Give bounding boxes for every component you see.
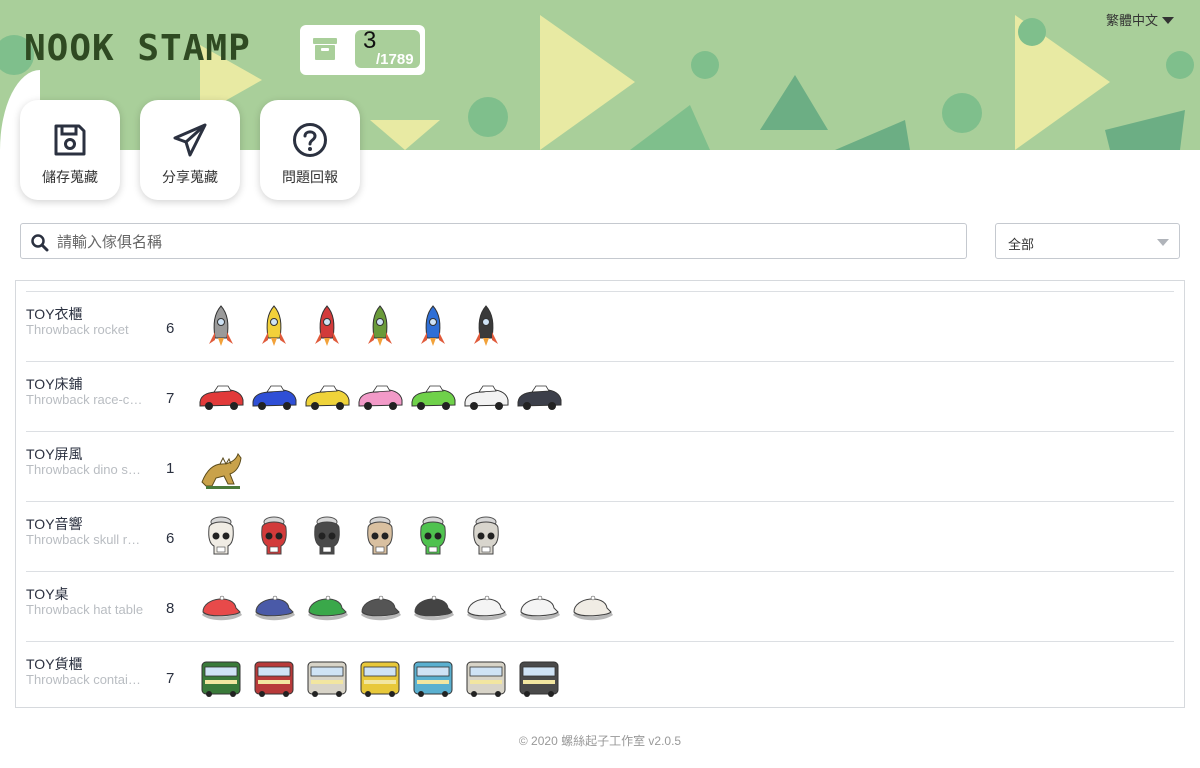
item-variant-dino-icon[interactable] <box>196 442 246 492</box>
item-variant-rocket-icon[interactable] <box>302 302 352 352</box>
row-category: TOY桌 <box>26 586 69 602</box>
item-variant-cap-icon[interactable] <box>249 582 299 632</box>
row-variant-count: 7 <box>166 390 175 407</box>
search-box <box>20 223 967 259</box>
item-variant-cap-icon[interactable] <box>355 582 405 632</box>
search-icon <box>31 234 49 252</box>
chevron-down-icon <box>1157 239 1169 246</box>
item-variant-cap-icon[interactable] <box>302 582 352 632</box>
item-variant-skull-icon[interactable] <box>249 512 299 562</box>
item-variant-car-icon[interactable] <box>408 372 458 422</box>
save-icon <box>54 124 86 156</box>
row-item-name: Throwback rocket <box>26 322 129 337</box>
item-variant-car-icon[interactable] <box>355 372 405 422</box>
row-category: TOY屏風 <box>26 446 83 462</box>
item-variant-train-icon[interactable] <box>408 652 458 702</box>
share-collection-button[interactable]: 分享蒐藏 <box>140 100 240 200</box>
item-variant-rocket-icon[interactable] <box>196 302 246 352</box>
item-variant-train-icon[interactable] <box>196 652 246 702</box>
item-variant-skull-icon[interactable] <box>196 512 246 562</box>
help-icon <box>293 123 327 157</box>
archive-box-icon <box>313 38 337 60</box>
row-variant-count: 8 <box>166 600 175 617</box>
item-variant-train-icon[interactable] <box>249 652 299 702</box>
collection-counter: 3 /1789 <box>300 25 425 75</box>
caret-down-icon <box>1162 17 1175 24</box>
language-label: 繁體中文 <box>1106 13 1159 28</box>
item-variant-car-icon[interactable] <box>514 372 564 422</box>
item-variant-car-icon[interactable] <box>196 372 246 422</box>
row-category: TOY衣櫃 <box>26 306 83 322</box>
item-variant-rocket-icon[interactable] <box>408 302 458 352</box>
row-category: TOY貨櫃 <box>26 656 83 672</box>
row-item-name: Throwback dino screen <box>26 462 146 477</box>
item-variant-cap-icon[interactable] <box>461 582 511 632</box>
item-variant-car-icon[interactable] <box>302 372 352 422</box>
item-variant-rocket-icon[interactable] <box>249 302 299 352</box>
row-category: TOY音響 <box>26 516 83 532</box>
item-variant-rocket-icon[interactable] <box>461 302 511 352</box>
footer-copyright: © 2020 螺絲起子工作室 v2.0.5 <box>518 734 682 748</box>
row-item-name: Throwback container <box>26 672 146 687</box>
row-item-name: Throwback skull radio <box>26 532 146 547</box>
total-count: /1789 <box>376 51 414 68</box>
row-variant-count: 1 <box>166 460 175 477</box>
item-row-1: TOY床鋪 Throwback race-car bed 7 <box>26 361 1174 431</box>
item-row-2: TOY屏風 Throwback dino screen 1 <box>26 431 1174 501</box>
category-filter-value: 全部 <box>1008 237 1035 252</box>
item-variant-car-icon[interactable] <box>249 372 299 422</box>
send-icon <box>173 123 207 157</box>
item-variant-car-icon[interactable] <box>461 372 511 422</box>
item-row-5: TOY貨櫃 Throwback container 7 <box>26 641 1174 711</box>
row-variant-count: 6 <box>166 320 175 337</box>
item-list: TOY衣櫃 Throwback rocket 6 TOY床鋪 Throwback… <box>15 280 1185 708</box>
search-input[interactable] <box>57 230 947 254</box>
item-row-4: TOY桌 Throwback hat table 8 <box>26 571 1174 641</box>
item-variant-skull-icon[interactable] <box>355 512 405 562</box>
row-item-name: Throwback race-car bed <box>26 392 146 407</box>
item-row-0: TOY衣櫃 Throwback rocket 6 <box>26 291 1174 361</box>
app-logo: NOOK STAMP <box>24 28 251 69</box>
save-collection-label: 儲存蒐藏 <box>42 169 98 185</box>
item-variant-skull-icon[interactable] <box>408 512 458 562</box>
item-variant-train-icon[interactable] <box>302 652 352 702</box>
item-variant-rocket-icon[interactable] <box>355 302 405 352</box>
item-variant-cap-icon[interactable] <box>514 582 564 632</box>
item-variant-train-icon[interactable] <box>355 652 405 702</box>
row-category: TOY床鋪 <box>26 376 83 392</box>
language-switcher[interactable]: 繁體中文 <box>1106 10 1175 29</box>
report-issue-label: 問題回報 <box>282 169 338 185</box>
item-variant-skull-icon[interactable] <box>302 512 352 562</box>
item-variant-cap-icon[interactable] <box>567 582 617 632</box>
save-collection-button[interactable]: 儲存蒐藏 <box>20 100 120 200</box>
item-variant-train-icon[interactable] <box>514 652 564 702</box>
item-row-3: TOY音響 Throwback skull radio 6 <box>26 501 1174 571</box>
item-variant-train-icon[interactable] <box>461 652 511 702</box>
report-issue-button[interactable]: 問題回報 <box>260 100 360 200</box>
row-variant-count: 7 <box>166 670 175 687</box>
row-item-name: Throwback hat table <box>26 602 144 617</box>
item-variant-cap-icon[interactable] <box>408 582 458 632</box>
category-filter-select[interactable]: 全部 <box>995 223 1180 259</box>
row-variant-count: 6 <box>166 530 175 547</box>
item-variant-skull-icon[interactable] <box>461 512 511 562</box>
share-collection-label: 分享蒐藏 <box>162 169 218 185</box>
collected-count: 3 <box>363 27 377 54</box>
item-variant-cap-icon[interactable] <box>196 582 246 632</box>
